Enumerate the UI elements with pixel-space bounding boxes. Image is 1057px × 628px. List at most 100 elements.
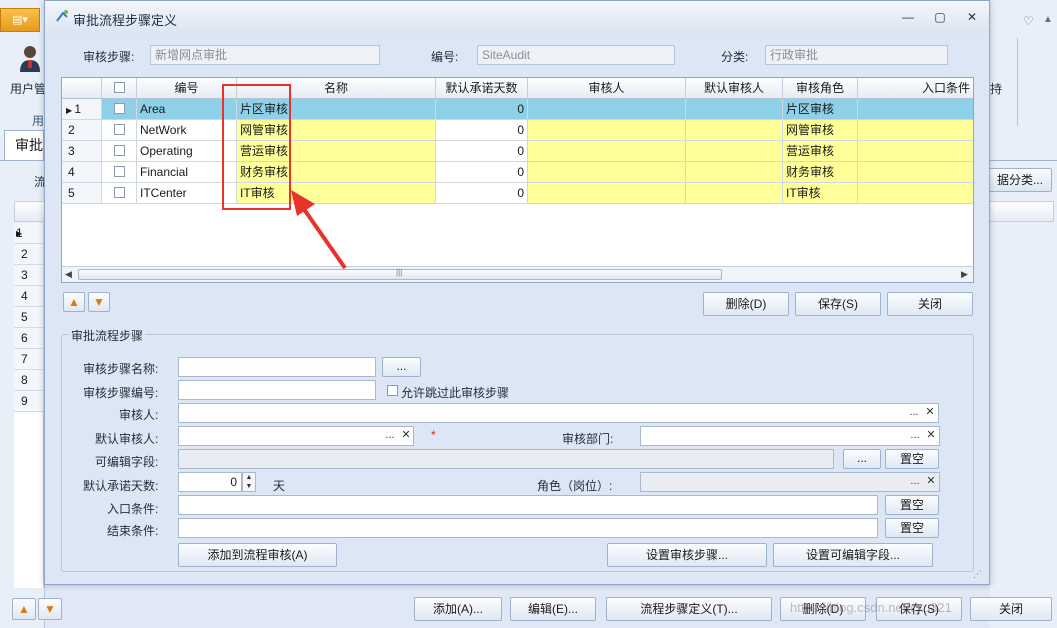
end-condition-input[interactable] <box>178 518 878 538</box>
auditor-input[interactable] <box>178 403 939 423</box>
background-row-number[interactable]: 7 <box>14 349 44 370</box>
grid-header-entry-condition[interactable]: 入口条件 <box>858 78 973 99</box>
allow-skip-checkbox[interactable] <box>387 385 398 396</box>
entry-condition-cell[interactable] <box>858 183 973 204</box>
grid-header-auditor[interactable]: 审核人 <box>528 78 686 99</box>
background-row-number[interactable]: 5 <box>14 307 44 328</box>
role-cell[interactable]: 网管审核 <box>783 120 858 141</box>
close-button[interactable]: 关闭 <box>887 292 973 316</box>
maximize-icon[interactable]: ▢ <box>931 9 949 25</box>
add-to-flow-button[interactable]: 添加到流程审核(A) <box>178 543 337 567</box>
end-condition-clear-button[interactable]: 置空 <box>885 518 939 538</box>
entry-condition-cell[interactable] <box>858 162 973 183</box>
row-indicator[interactable]: 4 <box>62 162 102 183</box>
role-browse-icon[interactable]: ... <box>908 473 922 491</box>
background-move-down-button[interactable]: ▼ <box>38 598 62 620</box>
background-edit-button[interactable]: 编辑(E)... <box>510 597 596 621</box>
default-auditor-cell[interactable] <box>686 120 783 141</box>
days-cell[interactable]: 0 <box>436 141 528 162</box>
default-auditor-cell[interactable] <box>686 162 783 183</box>
entry-condition-input[interactable] <box>178 495 878 515</box>
move-up-button[interactable]: ▲ <box>63 292 85 312</box>
select-all-checkbox[interactable] <box>113 82 125 93</box>
days-input[interactable]: 0 <box>178 472 242 492</box>
row-indicator[interactable]: 2 <box>62 120 102 141</box>
ribbon-user-label[interactable]: 用户管 <box>10 80 46 97</box>
editable-fields-browse-button[interactable]: ... <box>843 449 881 469</box>
background-row-number[interactable]: 9 <box>14 391 44 412</box>
days-cell[interactable]: 0 <box>436 120 528 141</box>
heart-icon[interactable]: ♡ <box>1023 14 1034 28</box>
dialog-titlebar[interactable]: 审批流程步骤定义 — ▢ ✕ <box>45 1 989 33</box>
minimize-icon[interactable]: — <box>899 9 917 25</box>
background-row-number[interactable]: 6 <box>14 328 44 349</box>
row-indicator[interactable]: 5 <box>62 183 102 204</box>
close-icon[interactable]: ✕ <box>963 9 981 25</box>
row-checkbox-cell[interactable] <box>102 162 137 183</box>
background-move-up-button[interactable]: ▲ <box>12 598 36 620</box>
stepper-up-icon[interactable]: ▲ <box>243 473 255 482</box>
entry-condition-clear-button[interactable]: 置空 <box>885 495 939 515</box>
row-checkbox[interactable] <box>113 166 125 177</box>
dept-browse-icon[interactable]: ... <box>908 427 922 445</box>
background-category-button[interactable]: 据分类... <box>988 168 1052 192</box>
row-checkbox-cell[interactable] <box>102 141 137 162</box>
grid-header-days[interactable]: 默认承诺天数 <box>436 78 528 99</box>
default-auditor-input[interactable] <box>178 426 414 446</box>
scroll-right-icon[interactable]: ▶ <box>961 269 968 280</box>
row-indicator[interactable]: 3 <box>62 141 102 162</box>
grid-horizontal-scrollbar[interactable]: ◀ ||| ▶ <box>62 266 973 282</box>
auditor-clear-icon[interactable]: ✕ <box>923 404 937 422</box>
days-cell[interactable]: 0 <box>436 162 528 183</box>
app-menu-button[interactable]: ▤▾ <box>0 8 40 32</box>
role-cell[interactable]: IT审核 <box>783 183 858 204</box>
row-checkbox-cell[interactable] <box>102 120 137 141</box>
auditor-cell[interactable] <box>528 183 686 204</box>
default-auditor-clear-icon[interactable]: ✕ <box>399 427 413 445</box>
entry-condition-cell[interactable] <box>858 141 973 162</box>
entry-condition-cell[interactable] <box>858 120 973 141</box>
step-name-browse-button[interactable]: ... <box>382 357 421 377</box>
auditor-cell[interactable] <box>528 120 686 141</box>
background-row-number[interactable]: 2 <box>14 244 44 265</box>
row-checkbox[interactable] <box>113 187 125 198</box>
grid-header-checkbox[interactable] <box>102 78 137 99</box>
stepper-down-icon[interactable]: ▼ <box>243 482 255 491</box>
days-stepper[interactable]: ▲ ▼ <box>242 472 256 492</box>
role-cell[interactable]: 财务审核 <box>783 162 858 183</box>
background-row-number[interactable]: 4 <box>14 286 44 307</box>
row-checkbox[interactable] <box>113 145 125 156</box>
background-add-button[interactable]: 添加(A)... <box>414 597 502 621</box>
resize-grip-icon[interactable]: ⋰ <box>973 569 982 580</box>
default-auditor-cell[interactable] <box>686 183 783 204</box>
background-close-button[interactable]: 关闭 <box>970 597 1052 621</box>
auditor-cell[interactable] <box>528 99 686 120</box>
default-auditor-cell[interactable] <box>686 99 783 120</box>
dept-clear-icon[interactable]: ✕ <box>924 427 938 445</box>
default-auditor-cell[interactable] <box>686 141 783 162</box>
step-name-input[interactable] <box>178 357 376 377</box>
role-cell[interactable]: 营运审核 <box>783 141 858 162</box>
allow-skip-label[interactable]: 允许跳过此审核步骤 <box>401 384 509 401</box>
auditor-browse-icon[interactable]: ... <box>907 404 921 422</box>
background-row-number[interactable]: 8 <box>14 370 44 391</box>
row-indicator[interactable]: ▶ 1 <box>62 99 102 120</box>
editable-fields-clear-button[interactable]: 置空 <box>885 449 939 469</box>
auditor-cell[interactable] <box>528 141 686 162</box>
role-clear-icon[interactable]: ✕ <box>924 473 938 491</box>
background-tab[interactable]: 审批 <box>4 130 44 160</box>
days-cell[interactable]: 0 <box>436 99 528 120</box>
grid-header-default-auditor[interactable]: 默认审核人 <box>686 78 783 99</box>
dept-input[interactable] <box>640 426 940 446</box>
chevron-up-icon[interactable]: ▲ <box>1043 14 1053 25</box>
ribbon-right-label[interactable]: 持 <box>990 80 1002 97</box>
row-checkbox[interactable] <box>113 124 125 135</box>
entry-condition-cell[interactable] <box>858 99 973 120</box>
user-manage-icon[interactable] <box>18 44 42 72</box>
role-cell[interactable]: 片区审核 <box>783 99 858 120</box>
row-checkbox-cell[interactable] <box>102 183 137 204</box>
days-cell[interactable]: 0 <box>436 183 528 204</box>
grid-header-role[interactable]: 审核角色 <box>783 78 858 99</box>
step-code-input[interactable] <box>178 380 376 400</box>
default-auditor-browse-icon[interactable]: ... <box>383 427 397 445</box>
